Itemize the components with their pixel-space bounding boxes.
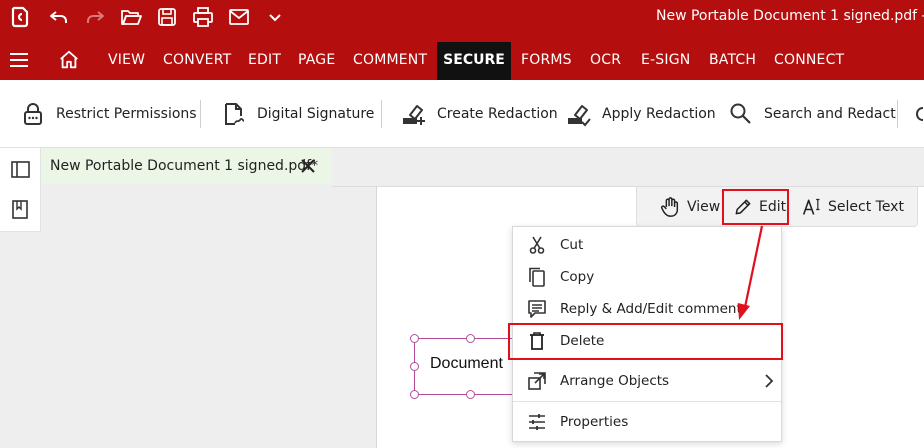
delete-highlight-box: [508, 323, 783, 360]
hand-icon: [661, 197, 679, 217]
panel-toggle-icon[interactable]: [11, 161, 30, 178]
lock-icon: [24, 103, 42, 125]
restrict-permissions-button[interactable]: Restrict Permissions: [20, 80, 197, 148]
text-box-content: Document: [430, 355, 503, 372]
create-redaction-button[interactable]: Create Redaction: [401, 80, 558, 148]
menu-page[interactable]: PAGE: [298, 52, 335, 68]
menu-connect[interactable]: CONNECT: [774, 52, 844, 68]
arrange-icon: [528, 372, 546, 390]
ribbon-divider: [381, 100, 382, 128]
apply-redaction-label: Apply Redaction: [602, 106, 716, 122]
create-redaction-icon: [403, 105, 425, 125]
menu-secure-label: SECURE: [443, 52, 505, 68]
select-text-icon: [802, 198, 820, 215]
save-icon[interactable]: [155, 5, 179, 29]
close-icon[interactable]: [299, 157, 317, 175]
menu-item-reply-comment[interactable]: Reply & Add/Edit comment: [513, 293, 781, 325]
menu-convert[interactable]: CONVERT: [163, 52, 231, 68]
view-mode-label: View: [687, 199, 721, 215]
menu-item-properties[interactable]: Properties: [513, 406, 781, 438]
scissors-icon: [529, 236, 545, 254]
create-redaction-label: Create Redaction: [437, 106, 558, 122]
digital-signature-button[interactable]: Digital Signature: [221, 80, 374, 148]
resize-handle[interactable]: [410, 362, 419, 371]
menu-item-copy[interactable]: Copy: [513, 261, 781, 293]
select-text-label: Select Text: [828, 199, 904, 215]
print-icon[interactable]: [191, 5, 215, 29]
chevron-right-icon: [765, 374, 774, 388]
resize-handle[interactable]: [466, 390, 475, 399]
home-icon[interactable]: [58, 49, 80, 71]
copy-icon: [529, 267, 545, 287]
ribbon-divider: [897, 100, 898, 128]
undo-icon[interactable]: [47, 5, 71, 29]
menu-secure[interactable]: SECURE: [437, 42, 511, 80]
digital-signature-label: Digital Signature: [257, 106, 375, 122]
search-and-redact-button[interactable]: Search and Redact: [728, 80, 896, 148]
menu-ocr[interactable]: OCR: [590, 52, 621, 68]
menu-item-arrange-objects-label: Arrange Objects: [560, 373, 670, 389]
resize-handle[interactable]: [466, 334, 475, 343]
hamburger-menu-icon[interactable]: [9, 52, 29, 68]
menu-forms[interactable]: FORMS: [521, 52, 572, 68]
chevron-down-icon[interactable]: [263, 5, 287, 29]
search-and-redact-label: Search and Redact: [764, 106, 896, 122]
menu-item-cut-label: Cut: [560, 237, 584, 253]
select-text-button[interactable]: Select Text: [802, 187, 904, 227]
open-folder-icon[interactable]: [119, 5, 143, 29]
view-mode-button[interactable]: View: [659, 187, 720, 227]
app-logo-icon[interactable]: [8, 5, 32, 29]
apply-redaction-button[interactable]: Apply Redaction: [566, 80, 716, 148]
ribbon-toolbar: Restrict Permissions Digital Signature C…: [0, 80, 924, 148]
menu-item-reply-comment-label: Reply & Add/Edit comment: [560, 301, 742, 317]
menu-view[interactable]: VIEW: [108, 52, 145, 68]
window-title: New Portable Document 1 signed.pdf - E: [656, 8, 924, 24]
apply-redaction-icon: [568, 105, 591, 127]
left-side-panel: [0, 148, 41, 232]
email-icon[interactable]: [227, 5, 251, 29]
menu-edit[interactable]: EDIT: [248, 52, 281, 68]
properties-icon: [529, 414, 545, 430]
overflow-tool-icon[interactable]: [914, 104, 924, 124]
redo-icon[interactable]: [83, 5, 107, 29]
resize-handle[interactable]: [410, 390, 419, 399]
menu-batch[interactable]: BATCH: [709, 52, 756, 68]
title-bar: New Portable Document 1 signed.pdf - E: [0, 0, 924, 34]
menu-item-cut[interactable]: Cut: [513, 229, 781, 261]
edit-highlight-box: [722, 189, 789, 225]
menu-esign[interactable]: E-SIGN: [641, 52, 690, 68]
menu-comment[interactable]: COMMENT: [353, 52, 427, 68]
menu-item-properties-label: Properties: [560, 414, 629, 430]
menu-divider: [513, 401, 781, 402]
search-icon: [730, 103, 751, 124]
document-tab-label: New Portable Document 1 signed.pdf*: [50, 158, 319, 174]
restrict-permissions-label: Restrict Permissions: [56, 106, 197, 122]
comment-icon: [528, 300, 546, 318]
menu-item-copy-label: Copy: [560, 269, 595, 285]
resize-handle[interactable]: [410, 334, 419, 343]
document-tab[interactable]: New Portable Document 1 signed.pdf*: [41, 148, 332, 184]
bookmark-icon[interactable]: [12, 200, 28, 219]
menu-item-arrange-objects[interactable]: Arrange Objects: [513, 365, 781, 397]
digital-signature-icon: [225, 103, 245, 125]
menu-bar: VIEW CONVERT EDIT PAGE COMMENT SECURE FO…: [0, 34, 924, 80]
ribbon-divider: [200, 100, 201, 128]
